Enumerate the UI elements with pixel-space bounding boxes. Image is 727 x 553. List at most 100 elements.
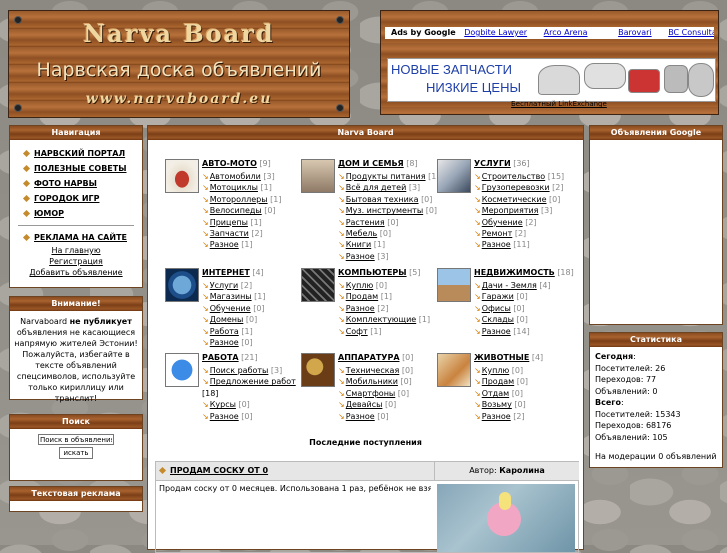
category-item[interactable]: ↘Дачи - Земля [4] bbox=[474, 280, 551, 291]
banner-line2: НИЗКИЕ ЦЕНЫ bbox=[426, 80, 521, 95]
category-item[interactable]: ↘Комплектующие [1] bbox=[338, 314, 430, 325]
category-thumbnail[interactable] bbox=[301, 159, 335, 193]
car-parts-banner[interactable]: НОВЫЕ ЗАПЧАСТИ НИЗКИЕ ЦЕНЫ bbox=[387, 58, 716, 102]
category-thumbnail[interactable] bbox=[301, 268, 335, 302]
category-item[interactable]: ↘Курсы [0] bbox=[202, 399, 296, 410]
latest-title: Последние поступления bbox=[309, 438, 422, 447]
nav-item-humor[interactable]: ЮМОР bbox=[22, 206, 142, 221]
category-item[interactable]: ↘Продам [0] bbox=[474, 376, 528, 387]
category-item[interactable]: ↘Разное [0] bbox=[202, 337, 266, 348]
category-item[interactable]: ↘Обучение [0] bbox=[202, 303, 266, 314]
category-thumbnail[interactable] bbox=[437, 159, 471, 193]
register-link[interactable]: Регистрация bbox=[49, 257, 103, 266]
category-item[interactable]: ↘Разное [2] bbox=[474, 411, 528, 422]
category-item[interactable]: ↘Продам [1] bbox=[338, 291, 430, 302]
category-item[interactable]: ↘Книги [1] bbox=[338, 239, 439, 250]
category-item[interactable]: ↘Предложение работ bbox=[202, 376, 296, 387]
search-button[interactable]: искать bbox=[59, 447, 93, 459]
nav-item-tips[interactable]: ПОЛЕЗНЫЕ СОВЕТЫ bbox=[22, 161, 142, 176]
category-title[interactable]: ДОМ И СЕМЬЯ [8] bbox=[338, 159, 418, 168]
category-item[interactable]: ↘Девайсы [0] bbox=[338, 399, 413, 410]
category-item[interactable]: ↘Услуги [2] bbox=[202, 280, 266, 291]
ad-link[interactable]: BC Consultants bbox=[668, 28, 714, 37]
category-item[interactable]: ↘Работа [1] bbox=[202, 326, 266, 337]
category-item[interactable]: ↘Мотороллеры [1] bbox=[202, 194, 281, 205]
arrow-icon: ↘ bbox=[202, 217, 209, 227]
category-item[interactable]: ↘Всё для детей [3] bbox=[338, 182, 439, 193]
category-item[interactable]: ↘Разное [11] bbox=[474, 239, 564, 250]
linkexchange-link[interactable]: Бесплатный LinkExchange bbox=[511, 100, 607, 108]
pacifier-photo[interactable] bbox=[437, 484, 575, 552]
category-item[interactable]: ↘Смартфоны [0] bbox=[338, 388, 413, 399]
search-input[interactable] bbox=[38, 434, 114, 445]
nav-item-advertising[interactable]: РЕКЛАМА НА САЙТЕ bbox=[22, 230, 142, 245]
category-item[interactable]: ↘Гаражи [0] bbox=[474, 291, 551, 302]
category-item[interactable]: ↘Разное [0] bbox=[202, 411, 296, 422]
category-item[interactable]: ↘Куплю [0] bbox=[338, 280, 430, 291]
home-link[interactable]: На главную bbox=[51, 246, 100, 255]
category-title[interactable]: КОМПЬЮТЕРЫ [5] bbox=[338, 268, 420, 277]
category-item[interactable]: ↘Мероприятия [3] bbox=[474, 205, 564, 216]
category-item[interactable]: ↘Строительство [15] bbox=[474, 171, 564, 182]
ads-by-google-label[interactable]: Ads by Google bbox=[391, 28, 456, 37]
stat-visitors-total: Посетителей: 15343 bbox=[595, 409, 681, 419]
google-ads-title: Объявления Google bbox=[590, 126, 722, 140]
category-item[interactable]: ↘Отдам [0] bbox=[474, 388, 528, 399]
category-title[interactable]: ЖИВОТНЫЕ [4] bbox=[474, 353, 543, 362]
site-logo[interactable]: Narva Board Нарвская доска объявлений ww… bbox=[8, 10, 350, 118]
category-item[interactable]: ↘Куплю [0] bbox=[474, 365, 528, 376]
category-title[interactable]: ИНТЕРНЕТ [4] bbox=[202, 268, 264, 277]
ad-link[interactable]: Barovari bbox=[618, 28, 652, 37]
category-item[interactable]: ↘Продукты питания [1] bbox=[338, 171, 439, 182]
category-thumbnail[interactable] bbox=[301, 353, 335, 387]
category-item[interactable]: ↘Косметические [0] bbox=[474, 194, 564, 205]
category-thumbnail[interactable] bbox=[437, 268, 471, 302]
arrow-icon: ↘ bbox=[338, 240, 345, 250]
nav-item-photos[interactable]: ФОТО НАРВЫ bbox=[22, 176, 142, 191]
category-item[interactable]: ↘Магазины [1] bbox=[202, 291, 266, 302]
ad-link[interactable]: Dogbite Lawyer bbox=[464, 28, 527, 37]
category-item[interactable]: ↘Ремонт [2] bbox=[474, 228, 564, 239]
category-thumbnail[interactable] bbox=[437, 353, 471, 387]
category-title[interactable]: НЕДВИЖИМОСТЬ [18] bbox=[474, 268, 574, 277]
category-thumbnail[interactable] bbox=[165, 268, 199, 302]
category-item[interactable]: ↘Возьму [0] bbox=[474, 399, 528, 410]
category-item[interactable]: ↘Офисы [0] bbox=[474, 303, 551, 314]
category-item[interactable]: ↘Разное [14] bbox=[474, 326, 551, 337]
category-item[interactable]: ↘Мотоциклы [1] bbox=[202, 182, 281, 193]
text-ads-panel: Текстовая реклама bbox=[9, 486, 143, 512]
ad-link[interactable]: Arco Arena bbox=[544, 28, 588, 37]
category-item[interactable]: ↘Мебель [0] bbox=[338, 228, 439, 239]
add-ad-link[interactable]: Добавить объявление bbox=[29, 268, 122, 277]
nav-item-portal[interactable]: НАРВСКИЙ ПОРТАЛ bbox=[22, 146, 142, 161]
category-item[interactable]: ↘Домены [0] bbox=[202, 314, 266, 325]
category-title[interactable]: АППАРАТУРА [0] bbox=[338, 353, 413, 362]
category-title[interactable]: АВТО-МОТО [9] bbox=[202, 159, 271, 168]
category-item[interactable]: ↘Грузоперевозки [2] bbox=[474, 182, 564, 193]
category-title[interactable]: УСЛУГИ [36] bbox=[474, 159, 530, 168]
category-item[interactable]: ↘Разное [0] bbox=[338, 411, 413, 422]
category-item[interactable]: ↘Разное [1] bbox=[202, 239, 281, 250]
category-item[interactable]: ↘Обучение [2] bbox=[474, 217, 564, 228]
category-title[interactable]: РАБОТА [21] bbox=[202, 353, 258, 362]
category-item[interactable]: ↘Разное [3] bbox=[338, 251, 439, 262]
latest-ad-title[interactable]: ПРОДАМ СОСКУ ОТ 0 bbox=[170, 466, 268, 475]
category-item[interactable]: ↘Муз. инструменты [0] bbox=[338, 205, 439, 216]
category-item[interactable]: ↘Поиск работы [3] bbox=[202, 365, 296, 376]
arrow-icon: ↘ bbox=[202, 183, 209, 193]
category-item[interactable]: ↘Запчасти [2] bbox=[202, 228, 281, 239]
category-item[interactable]: ↘Техническая [0] bbox=[338, 365, 413, 376]
category-item[interactable]: ↘Склады [0] bbox=[474, 314, 551, 325]
category-item[interactable]: ↘Растения [0] bbox=[338, 217, 439, 228]
category-item[interactable]: ↘Мобильники [0] bbox=[338, 376, 413, 387]
category-item[interactable]: ↘Прицепы [1] bbox=[202, 217, 281, 228]
category-thumbnail[interactable] bbox=[165, 159, 199, 193]
nav-item-games[interactable]: ГОРОДОК ИГР bbox=[22, 191, 142, 206]
category-thumbnail[interactable] bbox=[165, 353, 199, 387]
category-item[interactable]: ↘Софт [1] bbox=[338, 326, 430, 337]
main-title: Narva Board bbox=[148, 126, 583, 140]
category-item[interactable]: ↘Велосипеды [0] bbox=[202, 205, 281, 216]
category-item[interactable]: ↘Разное [2] bbox=[338, 303, 430, 314]
category-item[interactable]: ↘Автомобили [3] bbox=[202, 171, 281, 182]
category-item[interactable]: ↘Бытовая техника [0] bbox=[338, 194, 439, 205]
